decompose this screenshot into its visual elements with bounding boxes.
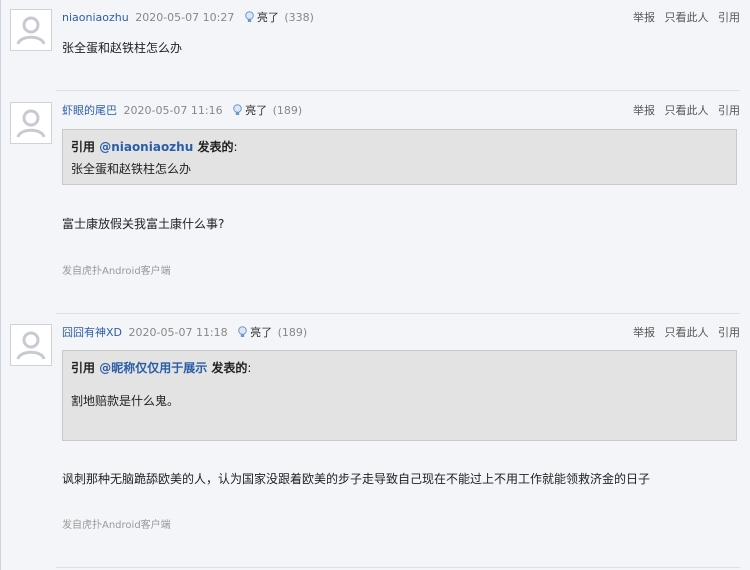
quote-prefix: 引用 bbox=[71, 361, 100, 375]
post-meta: 囧囧有神XD 2020-05-07 11:18 亮了 (189) bbox=[62, 324, 307, 340]
divider bbox=[56, 313, 740, 314]
user-avatar-icon bbox=[16, 109, 46, 138]
only-this-user-link[interactable]: 只看此人 bbox=[665, 11, 709, 24]
post-content: 讽刺那种无脑跪舔欧美的人，认为国家没跟着欧美的步子走导致自己现在不能过上不用工作… bbox=[62, 472, 651, 486]
post-meta: 虾眼的尾巴 2020-05-07 11:16 亮了 (189) bbox=[62, 102, 302, 118]
post-time: 2020-05-07 11:18 bbox=[128, 326, 228, 339]
post-actions: 举报 只看此人 引用 bbox=[627, 102, 740, 118]
lightbulb-icon bbox=[245, 11, 254, 22]
only-this-user-link[interactable]: 只看此人 bbox=[665, 104, 709, 117]
quote-colon: : bbox=[233, 140, 238, 154]
light-button[interactable]: 亮了 (189) bbox=[232, 104, 302, 117]
post-time: 2020-05-07 11:16 bbox=[123, 104, 223, 117]
quote-colon: : bbox=[247, 361, 252, 375]
lightbulb-icon bbox=[233, 104, 242, 115]
light-label: 亮了 bbox=[245, 104, 268, 117]
username-link[interactable]: 虾眼的尾巴 bbox=[62, 104, 117, 117]
report-link[interactable]: 举报 bbox=[633, 11, 655, 24]
username-link[interactable]: niaoniaozhu bbox=[62, 11, 129, 24]
quote-suffix: 发表的 bbox=[193, 140, 234, 154]
quote-block: 引用 @昵称仅仅用于展示 发表的: 割地赔款是什么鬼。 bbox=[62, 350, 737, 441]
light-button[interactable]: 亮了 (189) bbox=[237, 326, 307, 339]
post-time: 2020-05-07 10:27 bbox=[135, 11, 235, 24]
post-content: 张全蛋和赵铁柱怎么办 bbox=[62, 41, 183, 55]
quote-link[interactable]: 引用 bbox=[718, 11, 740, 24]
light-count: (189) bbox=[277, 326, 308, 339]
post-source: 发自虎扑Android客户端 bbox=[62, 266, 171, 277]
quote-link[interactable]: 引用 bbox=[718, 326, 740, 339]
lightbulb-icon bbox=[238, 326, 247, 337]
light-button[interactable]: 亮了 (338) bbox=[244, 11, 314, 24]
light-count: (189) bbox=[272, 104, 303, 117]
user-avatar-icon bbox=[16, 16, 46, 45]
light-label: 亮了 bbox=[256, 11, 279, 24]
avatar[interactable] bbox=[10, 102, 52, 144]
divider bbox=[56, 90, 740, 91]
quote-prefix: 引用 bbox=[71, 140, 100, 154]
post-content: 富士康放假关我富土康什么事? bbox=[62, 217, 225, 231]
quoted-user-link[interactable]: @niaoniaozhu bbox=[99, 140, 193, 154]
user-avatar-icon bbox=[16, 331, 46, 360]
quote-link[interactable]: 引用 bbox=[718, 104, 740, 117]
quote-block: 引用 @niaoniaozhu 发表的: 张全蛋和赵铁柱怎么办 bbox=[62, 129, 737, 185]
quote-body: 张全蛋和赵铁柱怎么办 bbox=[71, 162, 192, 176]
post-meta: niaoniaozhu 2020-05-07 10:27 亮了 (338) bbox=[62, 9, 314, 25]
post-source: 发自虎扑Android客户端 bbox=[62, 520, 171, 531]
light-label: 亮了 bbox=[250, 326, 273, 339]
quote-suffix: 发表的 bbox=[207, 361, 248, 375]
only-this-user-link[interactable]: 只看此人 bbox=[665, 326, 709, 339]
quote-header: 引用 @昵称仅仅用于展示 发表的: bbox=[71, 359, 728, 376]
quote-header: 引用 @niaoniaozhu 发表的: bbox=[71, 138, 728, 155]
avatar[interactable] bbox=[10, 9, 52, 51]
post-actions: 举报 只看此人 引用 bbox=[627, 324, 740, 340]
report-link[interactable]: 举报 bbox=[633, 104, 655, 117]
username-link[interactable]: 囧囧有神XD bbox=[62, 326, 122, 339]
divider bbox=[56, 567, 740, 568]
quoted-user-link[interactable]: @昵称仅仅用于展示 bbox=[99, 361, 207, 375]
post-actions: 举报 只看此人 引用 bbox=[627, 9, 740, 25]
quote-body: 割地赔款是什么鬼。 bbox=[71, 394, 180, 408]
avatar[interactable] bbox=[10, 324, 52, 366]
report-link[interactable]: 举报 bbox=[633, 326, 655, 339]
light-count: (338) bbox=[284, 11, 314, 24]
